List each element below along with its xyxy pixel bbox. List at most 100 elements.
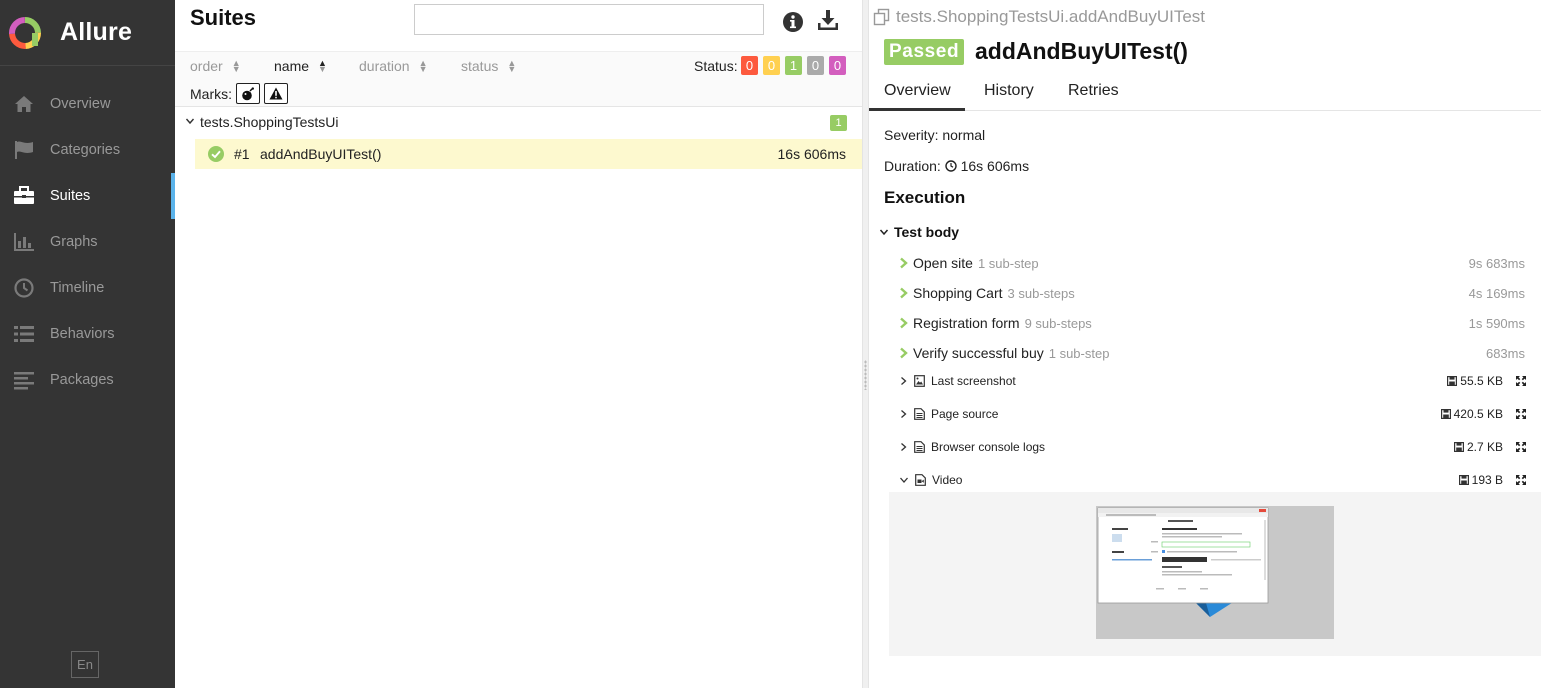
home-icon [12, 93, 36, 115]
attachment-row[interactable]: Video 193 B [899, 469, 1527, 491]
new-failed-mark-toggle[interactable] [264, 83, 288, 104]
test-detail-pane: tests.ShoppingTestsUi.addAndBuyUITest Pa… [869, 0, 1541, 688]
severity-row: Severity: normal [884, 127, 985, 143]
step-row[interactable]: Registration form 9 sub-steps 1s 590ms [899, 312, 1525, 334]
tab-overview[interactable]: Overview [869, 82, 965, 111]
step-name: Shopping Cart [913, 285, 1003, 301]
save-icon [1453, 442, 1464, 452]
test-body-header[interactable]: Test body [879, 224, 959, 240]
attachment-name: Video [932, 473, 963, 487]
info-icon[interactable] [781, 10, 805, 34]
step-name: Verify successful buy [913, 345, 1044, 361]
attachment-row[interactable]: Browser console logs 2.7 KB [899, 436, 1527, 458]
chevron-down-icon [879, 229, 889, 236]
sort-label: duration [359, 58, 410, 74]
chevron-right-icon [901, 377, 907, 385]
step-substeps: 9 sub-steps [1024, 315, 1092, 331]
suite-group-row[interactable]: tests.ShoppingTestsUi 1 [175, 110, 862, 136]
sort-bar: order ▲ ▼ name ▲ ▼ duration ▲ ▼ status ▲ ▼ S… [175, 51, 862, 107]
status-filter-label: Status: [694, 58, 738, 74]
status-skipped-badge[interactable]: 0 [807, 56, 824, 75]
fullscreen-icon[interactable] [1515, 408, 1527, 420]
fullscreen-icon[interactable] [1515, 441, 1527, 453]
download-icon[interactable] [816, 8, 840, 32]
tab-history[interactable]: History [984, 82, 1034, 111]
duration-row: Duration: 16s 606ms [884, 158, 1029, 174]
severity-value: normal [942, 127, 986, 143]
page-title: Suites [190, 5, 257, 30]
attachment-size: 2.7 KB [1453, 440, 1503, 454]
status-unknown-badge[interactable]: 0 [829, 56, 846, 75]
test-duration: 16s 606ms [777, 146, 846, 162]
suites-pane: Suites order ▲ ▼ name ▲ ▼ duration ▲ ▼ stat… [175, 0, 862, 688]
sidebar-item-timeline[interactable]: Timeline [0, 265, 175, 311]
status-filter: 0 0 1 0 0 [741, 56, 851, 75]
flag-icon [12, 139, 36, 161]
sort-by-status[interactable]: status ▲ ▼ [461, 58, 516, 74]
sidebar-item-suites[interactable]: Suites [0, 173, 175, 219]
save-icon [1458, 475, 1469, 485]
search-input[interactable] [414, 4, 764, 35]
briefcase-icon [12, 185, 36, 207]
sidebar-item-label: Graphs [50, 234, 98, 250]
attachment-row[interactable]: Last screenshot 55.5 KB [899, 370, 1527, 392]
language-switcher[interactable]: En [71, 651, 99, 678]
sidebar-item-behaviors[interactable]: Behaviors [0, 311, 175, 357]
align-left-icon [12, 369, 36, 391]
sidebar-item-label: Categories [50, 142, 121, 158]
breadcrumb-text: tests.ShoppingTestsUi.addAndBuyUITest [896, 7, 1206, 26]
step-substeps: 1 sub-step [977, 255, 1039, 271]
breadcrumb: tests.ShoppingTestsUi.addAndBuyUITest [873, 7, 1205, 27]
sidebar-item-overview[interactable]: Overview [0, 81, 175, 127]
splitter-grip-icon[interactable] [864, 360, 867, 390]
step-substeps: 1 sub-step [1048, 345, 1110, 361]
text-file-icon [914, 408, 925, 420]
step-row[interactable]: Open site 1 sub-step 9s 683ms [899, 252, 1525, 274]
chevron-down-icon [900, 477, 908, 483]
sort-arrows-icon: ▲ ▼ [318, 58, 327, 74]
status-broken-badge[interactable]: 0 [763, 56, 780, 75]
sidebar: Allure Overview Categories Suites Graphs [0, 0, 175, 688]
check-circle-icon [208, 146, 224, 162]
detail-tabs: Overview History Retries [869, 78, 1541, 111]
status-passed-badge[interactable]: 1 [785, 56, 802, 75]
tab-retries[interactable]: Retries [1068, 82, 1119, 111]
sidebar-item-graphs[interactable]: Graphs [0, 219, 175, 265]
video-player[interactable] [1096, 506, 1334, 639]
step-row[interactable]: Verify successful buy 1 sub-step 683ms [899, 342, 1525, 364]
sidebar-item-label: Suites [50, 188, 91, 204]
bar-chart-icon [12, 231, 36, 253]
brand[interactable]: Allure [0, 0, 175, 66]
attachment-size-value: 420.5 KB [1453, 407, 1503, 421]
pane-splitter[interactable] [862, 0, 869, 688]
step-duration: 1s 590ms [1468, 315, 1525, 331]
suite-group-name: tests.ShoppingTestsUi [200, 114, 339, 130]
allure-logo-icon [9, 16, 41, 49]
sort-arrows-icon: ▲ ▼ [418, 58, 428, 74]
image-file-icon [914, 375, 925, 387]
fullscreen-icon[interactable] [1515, 474, 1527, 486]
flaky-mark-toggle[interactable] [236, 83, 260, 104]
warning-icon [269, 87, 283, 100]
sort-by-duration[interactable]: duration ▲ ▼ [359, 58, 428, 74]
status-failed-badge[interactable]: 0 [741, 56, 758, 75]
attachment-row[interactable]: Page source 420.5 KB [899, 403, 1527, 425]
sort-by-order[interactable]: order ▲ ▼ [190, 58, 241, 74]
copy-icon[interactable] [873, 8, 891, 26]
status-badge: Passed [884, 39, 965, 65]
video-file-icon [915, 474, 926, 486]
step-row[interactable]: Shopping Cart 3 sub-steps 4s 169ms [899, 282, 1525, 304]
fullscreen-icon[interactable] [1515, 375, 1527, 387]
attachment-size: 420.5 KB [1440, 407, 1503, 421]
sidebar-item-packages[interactable]: Packages [0, 357, 175, 403]
chevron-right-icon [901, 410, 907, 418]
video-frame-thumbnail [1096, 506, 1334, 639]
sort-arrows-icon: ▲ ▼ [507, 58, 517, 74]
chevron-right-icon [900, 317, 908, 329]
sidebar-item-categories[interactable]: Categories [0, 127, 175, 173]
severity-label: Severity: [884, 127, 939, 143]
test-body-label: Test body [894, 224, 960, 240]
test-row[interactable]: #1 addAndBuyUITest() 16s 606ms [195, 139, 862, 169]
step-name: Open site [913, 255, 973, 271]
sort-by-name[interactable]: name ▲ ▼ [274, 58, 327, 74]
